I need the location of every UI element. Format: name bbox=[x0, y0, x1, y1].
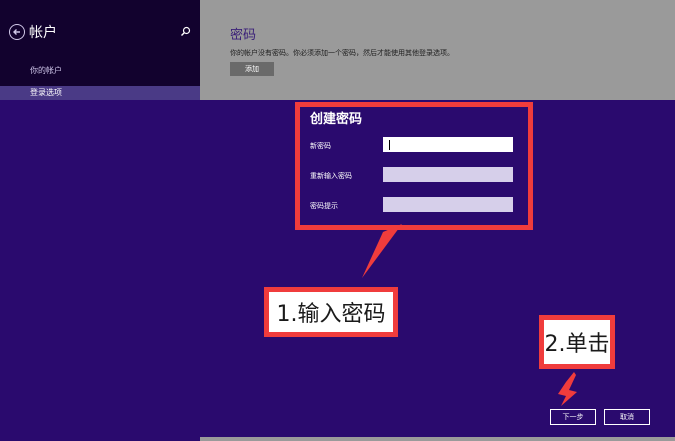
settings-left-pane: 帐户 你的帐户 登录选项 bbox=[0, 0, 200, 100]
back-button[interactable] bbox=[9, 24, 25, 40]
callout-step-1: 1.输入密码 bbox=[264, 287, 398, 337]
section-description: 你的帐户没有密码。你必须添加一个密码，然后才能使用其他登录选项。 bbox=[230, 49, 454, 57]
section-title: 密码 bbox=[230, 28, 257, 43]
callout-pointer bbox=[362, 224, 402, 278]
background-strip bbox=[200, 437, 675, 441]
callout-step-2: 2.单击 bbox=[539, 315, 615, 369]
add-password-button[interactable]: 添加 bbox=[230, 62, 274, 76]
next-button[interactable]: 下一步 bbox=[550, 409, 596, 425]
highlight-box bbox=[295, 102, 533, 230]
back-arrow-icon bbox=[13, 29, 20, 35]
click-arrow bbox=[558, 372, 577, 406]
cancel-button[interactable]: 取消 bbox=[604, 409, 650, 425]
nav-item-sign-in-options[interactable]: 登录选项 bbox=[0, 86, 200, 100]
nav-item-your-account[interactable]: 你的帐户 bbox=[0, 64, 200, 78]
search-icon[interactable] bbox=[180, 26, 191, 37]
pane-title: 帐户 bbox=[29, 25, 57, 41]
settings-right-pane: 密码 你的帐户没有密码。你必须添加一个密码，然后才能使用其他登录选项。 添加 bbox=[200, 0, 675, 100]
